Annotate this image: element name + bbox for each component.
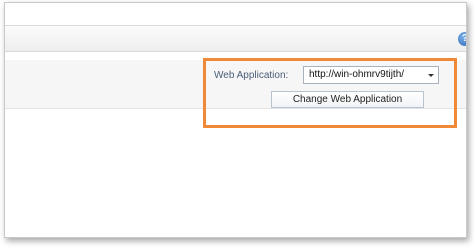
web-application-label: Web Application: bbox=[214, 70, 289, 81]
chevron-down-icon bbox=[428, 74, 434, 77]
help-icon[interactable]: ? bbox=[458, 32, 466, 46]
web-application-value: http://win-ohmrv9tijth/ bbox=[309, 69, 405, 80]
top-strip bbox=[5, 3, 466, 23]
web-application-dropdown[interactable]: http://win-ohmrv9tijth/ bbox=[303, 66, 439, 84]
change-web-application-button[interactable]: Change Web Application bbox=[271, 91, 424, 108]
toolbar: ? bbox=[5, 25, 466, 52]
